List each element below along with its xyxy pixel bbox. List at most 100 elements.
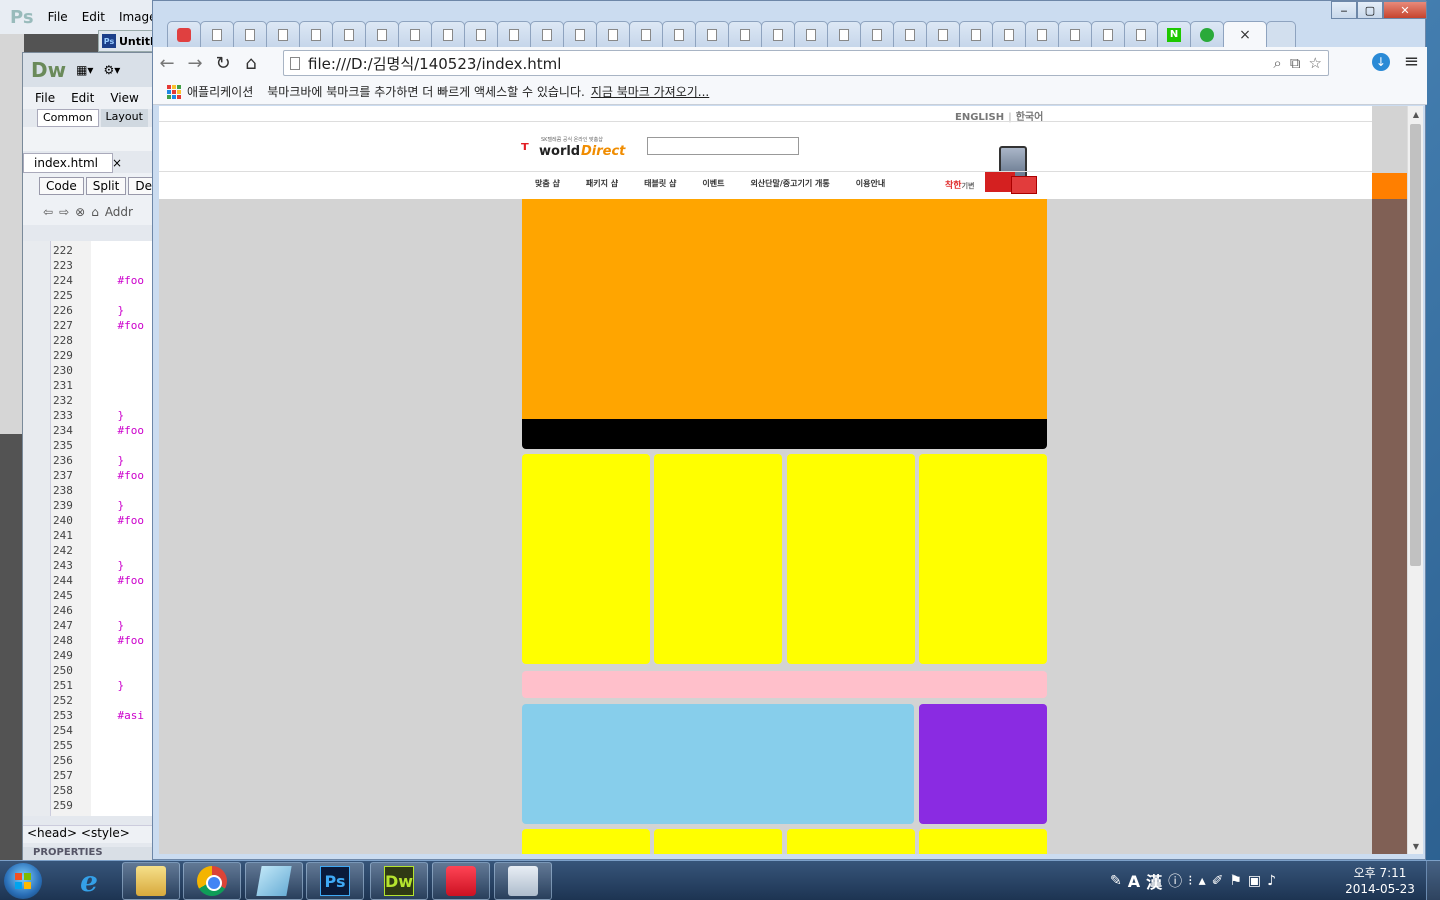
browser-tab[interactable]	[299, 21, 333, 47]
ps-menu-image[interactable]: Image	[119, 10, 157, 24]
star-icon[interactable]: ☆	[1309, 54, 1322, 72]
browser-tab[interactable]	[464, 21, 498, 47]
dw-insert-icons[interactable]	[23, 127, 161, 151]
ime-a-icon[interactable]: A	[1128, 872, 1140, 891]
taskbar-photoshop[interactable]: Ps	[306, 862, 364, 900]
address-bar[interactable]: file:///D:/김명식/140523/index.html ⌕ ⧉ ☆	[283, 50, 1329, 76]
site-logo[interactable]: SK텔레콤 공식 온라인 맞춤샵 ᵀ world Direct	[521, 136, 631, 162]
browser-tab[interactable]	[662, 21, 696, 47]
browser-tab[interactable]	[827, 21, 861, 47]
browser-tab[interactable]	[398, 21, 432, 47]
browser-tab[interactable]	[959, 21, 993, 47]
dw-layout-icon[interactable]: ▦▾	[76, 63, 93, 77]
taskbar-ie[interactable]: e	[60, 862, 118, 900]
taskbar-calculator[interactable]	[494, 862, 552, 900]
browser-tab[interactable]	[860, 21, 894, 47]
browser-tab[interactable]	[1190, 21, 1224, 47]
browser-tab[interactable]	[233, 21, 267, 47]
browser-tab[interactable]: N	[1157, 21, 1191, 47]
dw-doc-close-icon[interactable]: ×	[112, 156, 122, 170]
taskbar-chrome[interactable]	[183, 862, 241, 900]
browser-tab[interactable]	[992, 21, 1026, 47]
ps-menu-edit[interactable]: Edit	[82, 10, 105, 24]
browser-tab[interactable]: ×	[1223, 21, 1267, 47]
show-hidden-icons[interactable]: ▴	[1199, 873, 1206, 889]
help-icon[interactable]: ⓘ	[1168, 871, 1182, 891]
zoom-icon[interactable]: ⌕	[1273, 54, 1281, 72]
taskbar-word[interactable]	[245, 862, 303, 900]
apps-label[interactable]: 애플리케이션	[187, 83, 253, 100]
scroll-down-icon[interactable]: ▼	[1408, 838, 1424, 854]
start-button[interactable]	[4, 863, 42, 899]
apps-grid-icon[interactable]	[167, 84, 181, 99]
browser-tab[interactable]	[167, 21, 201, 47]
browser-tab[interactable]	[431, 21, 465, 47]
browser-tab[interactable]	[266, 21, 300, 47]
browser-tab[interactable]	[1025, 21, 1059, 47]
browser-tab[interactable]	[926, 21, 960, 47]
dw-stop-icon[interactable]: ⊗	[75, 205, 85, 219]
dw-split-button[interactable]: Split	[85, 177, 127, 195]
browser-tab[interactable]	[695, 21, 729, 47]
chrome-menu-icon[interactable]: ≡	[1404, 51, 1419, 72]
show-desktop-button[interactable]	[1426, 861, 1440, 900]
browser-tab[interactable]	[629, 21, 663, 47]
taskbar-paint[interactable]	[432, 862, 490, 900]
dw-back-icon[interactable]: ⇦	[43, 205, 53, 219]
site-search-input[interactable]	[647, 137, 799, 155]
taskbar-dreamweaver[interactable]: Dw	[370, 862, 428, 900]
dw-menu-file[interactable]: File	[35, 91, 55, 105]
import-bookmarks-link[interactable]: 지금 북마크 가져오기...	[591, 83, 709, 100]
dw-menu-edit[interactable]: Edit	[71, 91, 94, 105]
dw-tab-common[interactable]: Common	[37, 109, 99, 127]
browser-tab[interactable]	[200, 21, 234, 47]
browser-tab[interactable]	[1058, 21, 1092, 47]
scroll-thumb[interactable]	[1410, 124, 1421, 566]
event-banner[interactable]: 착한기변	[945, 178, 974, 191]
nav-item[interactable]: 외산단말/중고기기 개통	[750, 178, 829, 189]
home-button[interactable]: ⌂	[237, 49, 265, 77]
maximize-button[interactable]: ▢	[1357, 1, 1383, 19]
browser-tab[interactable]	[365, 21, 399, 47]
page-viewport[interactable]: ENGLISH | 한국어 SK텔레콤 공식 온라인 맞춤샵 ᵀ world Dir…	[159, 106, 1407, 854]
pen-icon[interactable]: ✎	[1110, 873, 1122, 889]
browser-tab[interactable]	[794, 21, 828, 47]
nav-item[interactable]: 패키지 샵	[586, 178, 618, 189]
browser-tab[interactable]	[1124, 21, 1158, 47]
dw-tag-style[interactable]: <style>	[81, 826, 130, 840]
nav-item[interactable]: 태블릿 샵	[644, 178, 676, 189]
nav-item[interactable]: 이벤트	[702, 178, 724, 189]
photoshop-toolbox[interactable]	[0, 34, 24, 434]
browser-tab[interactable]	[728, 21, 762, 47]
nav-item[interactable]: 맞춤 샵	[535, 178, 560, 189]
tab-close-icon[interactable]: ×	[1239, 27, 1251, 43]
forward-button[interactable]: →	[181, 49, 209, 77]
browser-tab[interactable]	[761, 21, 795, 47]
dw-forward-icon[interactable]: ⇨	[59, 205, 69, 219]
dw-code-button[interactable]: Code	[39, 177, 84, 195]
taskbar-explorer[interactable]	[122, 862, 180, 900]
network-icon[interactable]: ▣	[1248, 873, 1261, 889]
back-button[interactable]: ←	[153, 49, 181, 77]
flag-icon[interactable]: ⚑	[1229, 873, 1242, 889]
nav-item[interactable]: 이용안내	[856, 178, 885, 189]
ps-menu-file[interactable]: File	[48, 10, 68, 24]
browser-tab[interactable]	[530, 21, 564, 47]
browser-tab[interactable]	[332, 21, 366, 47]
dw-home-icon[interactable]: ⌂	[91, 205, 99, 219]
dw-gear-icon[interactable]: ⚙▾	[103, 63, 120, 77]
dw-doc-tab[interactable]: index.html ×	[23, 153, 122, 173]
download-icon[interactable]: ↓	[1371, 52, 1390, 71]
volume-icon[interactable]: ♪	[1267, 873, 1276, 889]
dw-code-view[interactable]: 222 223 224 225 226 227 228 229 230 231 232 233 234 2…	[23, 241, 161, 816]
browser-tab[interactable]	[497, 21, 531, 47]
browser-tab[interactable]	[893, 21, 927, 47]
browser-tab[interactable]	[563, 21, 597, 47]
dw-tab-layout[interactable]: Layout	[100, 109, 148, 127]
new-tab-button[interactable]	[1266, 21, 1296, 47]
dreamweaver-window[interactable]: Dw ▦▾ ⚙▾ File Edit View Common Layout in…	[22, 52, 162, 862]
scroll-up-icon[interactable]: ▲	[1408, 106, 1424, 122]
promo-image[interactable]	[981, 136, 1043, 196]
minimize-button[interactable]: ‒	[1331, 1, 1357, 19]
clock[interactable]: 오후 7:11 2014-05-23	[1340, 865, 1420, 897]
